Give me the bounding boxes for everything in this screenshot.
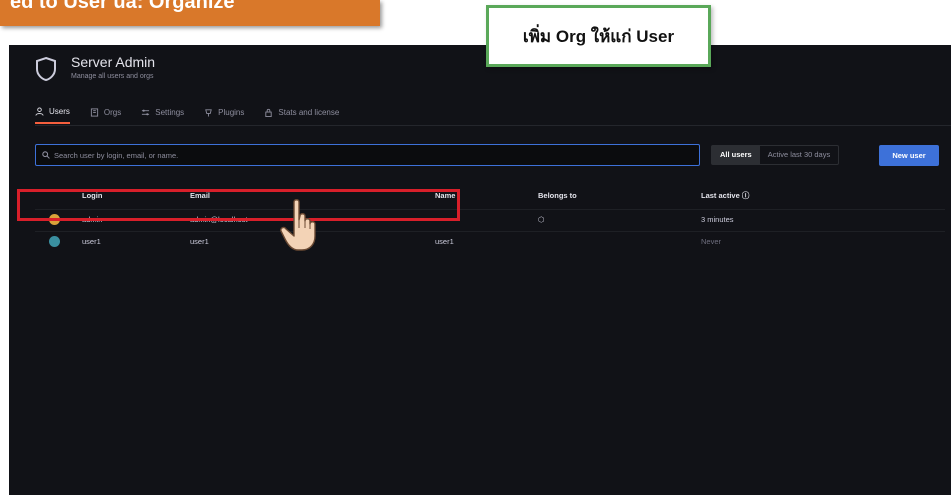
tab-users[interactable]: Users bbox=[35, 107, 70, 124]
shield-icon bbox=[36, 56, 56, 82]
filter-all-users[interactable]: All users bbox=[712, 146, 760, 164]
search-icon bbox=[42, 151, 50, 159]
filter-active-last-30-days[interactable]: Active last 30 days bbox=[760, 146, 839, 164]
row-divider bbox=[35, 231, 945, 232]
column-belongs-to: Belongs to bbox=[538, 191, 577, 200]
page-subtitle: Manage all users and orgs bbox=[71, 73, 154, 80]
tab-label: Users bbox=[49, 107, 70, 116]
slide-title-banner: ed to User ua: Organize bbox=[0, 0, 380, 26]
tutorial-slide: ed to User ua: Organize เพิ่ม Org ให้แก่… bbox=[0, 0, 951, 495]
cell-login: user1 bbox=[82, 237, 101, 246]
tab-label: Stats and license bbox=[278, 108, 340, 117]
tab-stats-and-license[interactable]: Stats and license bbox=[264, 107, 339, 124]
instruction-callout: เพิ่ม Org ให้แก่ User bbox=[486, 5, 711, 67]
lock-icon bbox=[265, 108, 273, 117]
column-last-active[interactable]: Last active ⓘ bbox=[701, 183, 749, 209]
tabs-divider bbox=[35, 125, 951, 126]
sliders-icon bbox=[142, 109, 150, 116]
plug-icon bbox=[205, 109, 212, 117]
tab-label: Orgs bbox=[103, 108, 122, 117]
cell-email: user1 bbox=[190, 237, 209, 246]
page-header: Server Admin Manage all users and orgs bbox=[35, 54, 155, 82]
tab-orgs[interactable]: Orgs bbox=[90, 107, 121, 124]
cell-name: user1 bbox=[435, 237, 454, 246]
user-icon bbox=[35, 107, 44, 116]
hand-pointer-icon bbox=[280, 199, 316, 251]
avatar bbox=[49, 236, 60, 247]
admin-tabs: Users Orgs Settings Plugins Stats and li… bbox=[35, 107, 339, 124]
tab-plugins[interactable]: Plugins bbox=[204, 107, 244, 124]
new-user-button[interactable]: New user bbox=[879, 145, 939, 166]
tab-label: Plugins bbox=[218, 108, 245, 117]
org-membership-icon: ⬡ bbox=[538, 215, 545, 224]
highlight-box bbox=[17, 189, 460, 221]
search-box[interactable] bbox=[35, 144, 700, 166]
page-title: Server Admin bbox=[71, 54, 156, 70]
grafana-screen: Server Admin Manage all users and orgs U… bbox=[9, 45, 951, 495]
user-filter: All users Active last 30 days bbox=[711, 145, 840, 165]
cell-last-active: Never bbox=[701, 237, 722, 246]
tab-label: Settings bbox=[155, 108, 185, 117]
search-input[interactable] bbox=[54, 150, 699, 160]
tab-settings[interactable]: Settings bbox=[141, 107, 184, 124]
table-row[interactable]: user1 user1 user1 Never bbox=[35, 231, 945, 253]
building-icon bbox=[90, 108, 98, 117]
slide-title-text: ed to User ua: Organize bbox=[10, 0, 235, 13]
cell-last-active: 3 minutes bbox=[701, 215, 734, 224]
